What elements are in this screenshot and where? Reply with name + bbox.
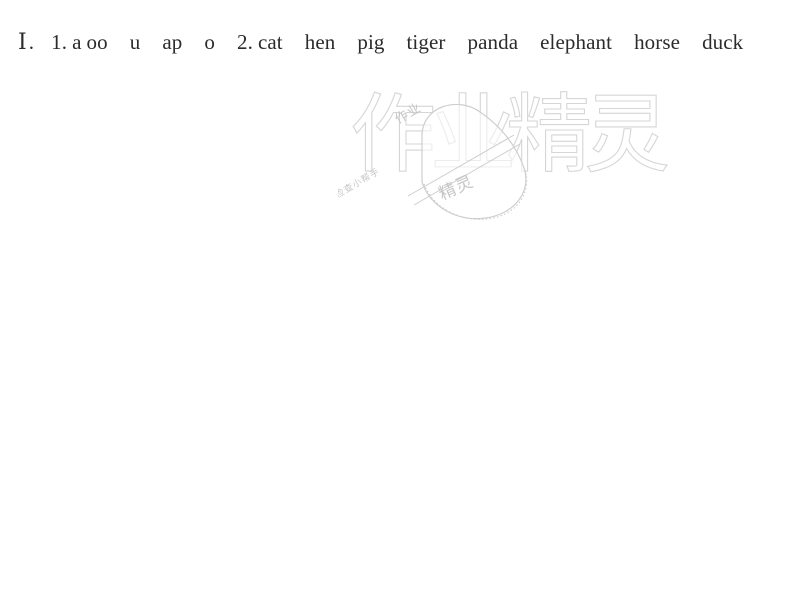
answer-2-8: duck bbox=[702, 30, 744, 54]
answer-1-4: ap bbox=[162, 30, 183, 54]
watermark-char-4: 灵 bbox=[584, 85, 668, 185]
answer-1-5: o bbox=[204, 30, 215, 54]
watermark: 作 业 精 灵 作业 作业检查小帮手 精灵 bbox=[338, 72, 668, 242]
answer-2-5: panda bbox=[467, 30, 519, 54]
watermark-char-1: 作 bbox=[350, 85, 436, 185]
document-page: Ⅰ . 1. a oo u ap o 2. cat hen pig tiger … bbox=[0, 0, 800, 600]
watermark-char-2: 业 bbox=[430, 85, 516, 185]
group-1-number: 1. bbox=[51, 30, 68, 54]
watermark-seal-bottom-label: 精灵 bbox=[436, 172, 477, 205]
section-separator: . bbox=[28, 30, 35, 54]
answer-1-1: a bbox=[72, 30, 82, 54]
answer-2-6: elephant bbox=[540, 30, 613, 54]
answer-1-2: oo bbox=[86, 30, 108, 54]
answer-1-3: u bbox=[129, 30, 141, 54]
answer-2-2: hen bbox=[304, 30, 336, 54]
answer-text-line: Ⅰ . 1. a oo u ap o 2. cat hen pig tiger … bbox=[18, 27, 788, 57]
section-numeral: Ⅰ bbox=[18, 29, 27, 54]
answer-2-4: tiger bbox=[406, 30, 446, 54]
group-2-number: 2. bbox=[236, 30, 253, 54]
answer-2-3: pig bbox=[357, 30, 385, 54]
watermark-seal-icon: 作业 作业检查小帮手 精灵 bbox=[338, 100, 527, 220]
watermark-char-3: 精 bbox=[506, 85, 592, 185]
answer-2-1: cat bbox=[257, 30, 283, 54]
watermark-seal-top-label: 作业 bbox=[393, 100, 425, 127]
answer-2-7: horse bbox=[634, 30, 681, 54]
watermark-seal-tagline: 作业检查小帮手 bbox=[338, 165, 382, 210]
